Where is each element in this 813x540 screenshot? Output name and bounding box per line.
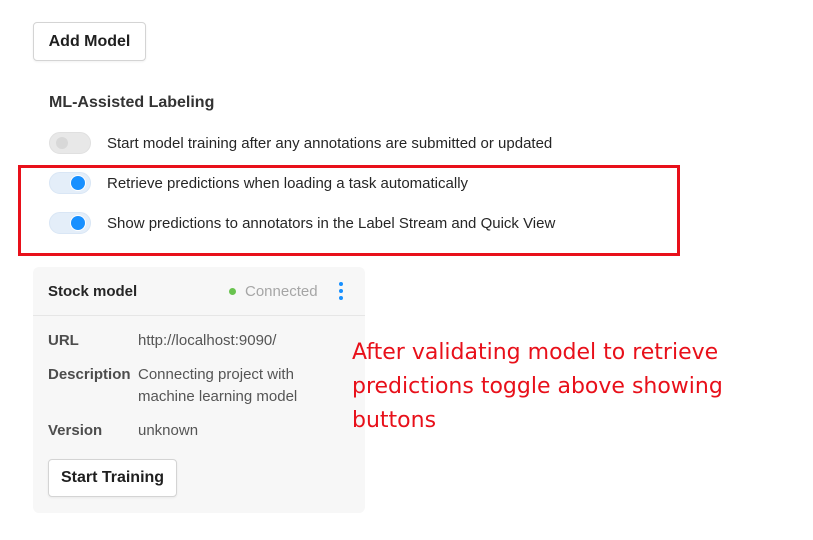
toggle-knob <box>56 137 68 149</box>
url-value: http://localhost:9090/ <box>138 332 277 349</box>
annotation-highlight-box <box>18 165 680 256</box>
description-field: Description Connecting project with mach… <box>33 364 365 408</box>
version-field: Version unknown <box>33 420 365 442</box>
more-vertical-icon[interactable] <box>336 282 346 300</box>
start-training-toggle-label: Start model training after any annotatio… <box>107 134 553 152</box>
model-card-header: Stock model Connected <box>33 267 365 316</box>
description-value: Connecting project with machine learning… <box>138 366 298 405</box>
status-text: Connected <box>245 283 318 300</box>
url-label: URL <box>48 332 79 349</box>
version-label: Version <box>48 422 103 439</box>
model-card-title: Stock model <box>48 283 138 300</box>
annotation-text: After validating model to retrieve predi… <box>352 340 723 433</box>
description-label: Description <box>48 366 131 383</box>
connection-status: Connected <box>229 283 318 300</box>
add-model-button[interactable]: Add Model <box>33 22 146 61</box>
model-card: Stock model Connected URL http://localho… <box>33 267 365 513</box>
toggle-row-start-training: Start model training after any annotatio… <box>49 131 552 155</box>
start-training-toggle[interactable] <box>49 132 91 154</box>
ml-assisted-labeling-title: ML-Assisted Labeling <box>49 94 215 111</box>
start-training-button[interactable]: Start Training <box>48 459 177 497</box>
status-dot-icon <box>229 288 236 295</box>
url-field: URL http://localhost:9090/ <box>33 330 365 352</box>
version-value: unknown <box>138 422 199 439</box>
